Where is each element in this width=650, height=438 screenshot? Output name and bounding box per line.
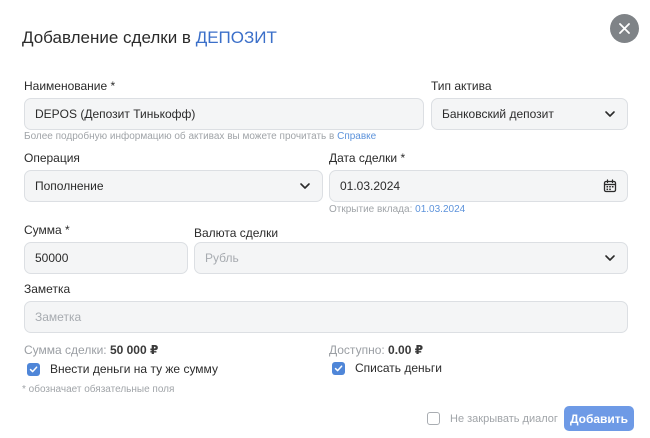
asset-type-value: Банковский депозит: [442, 107, 554, 121]
name-value: DEPOS (Депозит Тинькофф): [35, 107, 196, 121]
withdraw-label: Списать деньги: [355, 361, 442, 375]
operation-value: Пополнение: [35, 179, 104, 193]
note-input[interactable]: Заметка: [24, 301, 628, 333]
deal-sum-value: 50 000 ₽: [109, 343, 159, 357]
operation-select[interactable]: Пополнение: [24, 170, 323, 202]
withdraw-checkbox-row[interactable]: Списать деньги: [332, 361, 442, 375]
withdraw-checkbox[interactable]: [332, 361, 345, 375]
required-fields-note: * обозначает обязательные поля: [22, 384, 175, 395]
note-placeholder: Заметка: [35, 310, 82, 324]
note-label: Заметка: [24, 282, 71, 296]
deal-sum-label: Сумма сделки:: [24, 343, 107, 357]
amount-value: 50000: [35, 251, 69, 265]
close-button[interactable]: [610, 14, 639, 43]
chevron-down-icon: [605, 255, 615, 261]
available-label: Доступно:: [329, 343, 385, 357]
available-balance: Доступно: 0.00 ₽: [329, 343, 423, 357]
deposit-open-date-link[interactable]: 01.03.2024: [415, 204, 465, 215]
deal-date-label: Дата сделки *: [329, 151, 406, 165]
amount-input[interactable]: 50000: [24, 242, 188, 274]
deal-date-input[interactable]: 01.03.2024: [329, 170, 628, 202]
check-icon: [334, 364, 343, 371]
add-button[interactable]: Добавить: [564, 406, 634, 431]
deposit-same-checkbox-row[interactable]: Внести деньги на ту же сумму: [27, 362, 218, 376]
chevron-down-icon: [300, 183, 310, 189]
currency-label: Валюта сделки: [194, 226, 279, 240]
deposit-open-hint: Открытие вклада: 01.03.2024: [329, 204, 465, 215]
deposit-open-hint-text: Открытие вклада:: [329, 204, 413, 215]
calendar-icon[interactable]: [603, 179, 617, 193]
close-icon: [619, 23, 630, 34]
keep-open-checkbox-row[interactable]: Не закрывать диалог: [427, 412, 558, 425]
asset-info-hint: Более подробную информацию об активах вы…: [24, 131, 376, 142]
amount-label: Сумма *: [24, 223, 70, 237]
currency-select[interactable]: Рубль: [194, 242, 628, 274]
name-input[interactable]: DEPOS (Депозит Тинькофф): [24, 98, 424, 130]
operation-label: Операция: [24, 151, 80, 165]
check-icon: [29, 365, 38, 372]
asset-type-label: Тип актива: [431, 79, 492, 93]
deposit-same-checkbox[interactable]: [27, 362, 40, 376]
currency-placeholder: Рубль: [205, 251, 239, 265]
asset-type-select[interactable]: Банковский депозит: [431, 98, 628, 130]
deposit-same-label: Внести деньги на ту же сумму: [50, 362, 218, 376]
dialog-title: Добавление сделки в ДЕПОЗИТ: [22, 28, 277, 48]
dialog-title-prefix: Добавление сделки в: [22, 28, 191, 47]
asset-info-hint-text: Более подробную информацию об активах вы…: [24, 131, 335, 142]
chevron-down-icon: [605, 111, 615, 117]
keep-open-checkbox[interactable]: [427, 412, 440, 425]
name-label: Наименование *: [24, 79, 116, 93]
deal-date-value: 01.03.2024: [340, 179, 401, 193]
keep-open-label: Не закрывать диалог: [450, 412, 558, 425]
deal-sum: Сумма сделки: 50 000 ₽: [24, 343, 158, 357]
dialog-title-portfolio: ДЕПОЗИТ: [195, 28, 277, 47]
available-value: 0.00 ₽: [388, 343, 424, 357]
help-link[interactable]: Справке: [337, 131, 376, 142]
